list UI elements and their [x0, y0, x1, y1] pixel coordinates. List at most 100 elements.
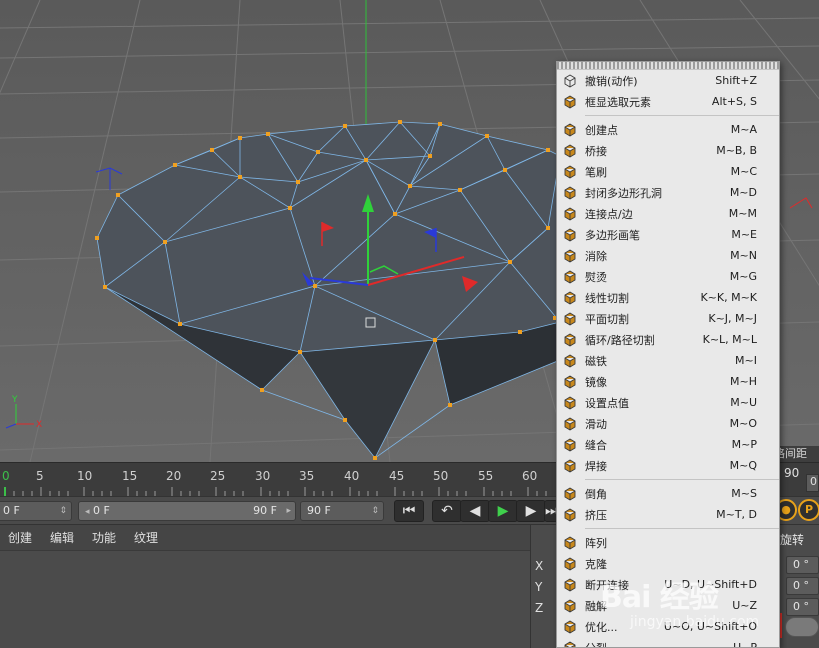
- menu-item-frame-selected[interactable]: 框显选取元素 Alt+S, S: [557, 91, 779, 112]
- menu-item-label: 镜像: [585, 375, 607, 389]
- menu-item-label: 熨烫: [585, 270, 607, 284]
- menu-item-plane-cut[interactable]: 平面切割 K~J, M~J: [557, 308, 779, 329]
- menu-item-brush[interactable]: 笔刷 M~C: [557, 161, 779, 182]
- menu-item-shortcut: K~L, M~L: [702, 333, 757, 346]
- menu-item-array[interactable]: 阵列: [557, 532, 779, 553]
- menu-item-label: 多边形画笔: [585, 228, 640, 242]
- menu-item-dissolve[interactable]: 消除 M~N: [557, 245, 779, 266]
- menu-item-line-cut[interactable]: 线性切割 K~K, M~K: [557, 287, 779, 308]
- menu-item-loop-path-cut[interactable]: 循环/路径切割 K~L, M~L: [557, 329, 779, 350]
- svg-text:X: X: [36, 420, 42, 430]
- stepper-icon[interactable]: ⇕: [371, 504, 379, 518]
- disconnect-icon: [561, 576, 579, 594]
- play-icon: ▶: [497, 503, 509, 519]
- stepper-icon[interactable]: ⇕: [59, 504, 67, 518]
- prev-key-button[interactable]: ↶: [432, 500, 462, 522]
- keyframe-button[interactable]: P: [798, 499, 819, 521]
- menu-tear-off-grip[interactable]: [557, 62, 779, 70]
- menu-item-mirror[interactable]: 镜像 M~H: [557, 371, 779, 392]
- polygon-pen-icon: [561, 226, 579, 244]
- menu-item-bevel[interactable]: 倒角 M~S: [557, 483, 779, 504]
- extrude-icon: [561, 506, 579, 524]
- menu-item-label: 线性切割: [585, 291, 629, 305]
- line-cut-icon: [561, 289, 579, 307]
- loop-path-cut-icon: [561, 331, 579, 349]
- menu-item-label: 滑动: [585, 417, 607, 431]
- menu-item-shortcut: U~Z: [732, 599, 757, 612]
- slider-left-value: 0 F: [93, 504, 110, 517]
- menu-item-disconnect[interactable]: 断开连接 U~D, U~Shift+D: [557, 574, 779, 595]
- menu-item-bridge[interactable]: 桥接 M~B, B: [557, 140, 779, 161]
- tick-50: 50: [433, 469, 449, 483]
- menu-item-label: 设置点值: [585, 396, 629, 410]
- menu-item-label: 断开连接: [585, 578, 629, 592]
- next-frame-button[interactable]: ▶: [516, 500, 546, 522]
- menu-item-slide[interactable]: 滑动 M~O: [557, 413, 779, 434]
- rotation-b-field[interactable]: 0 °: [786, 598, 819, 616]
- end-frame-value: 90 F: [307, 504, 331, 517]
- tick-5: 5: [36, 469, 44, 483]
- end-frame-field[interactable]: 90 F ⇕: [300, 501, 384, 521]
- menu-item-label: 封闭多边形孔洞: [585, 186, 662, 200]
- goto-start-button[interactable]: ⏮: [394, 500, 424, 522]
- menu-item-create-point[interactable]: 创建点 M~A: [557, 119, 779, 140]
- play-button[interactable]: ▶: [488, 500, 518, 522]
- menu-create[interactable]: 创建: [8, 529, 32, 546]
- rotation-p-field[interactable]: 0 °: [786, 577, 819, 595]
- connect-points-edges-icon: [561, 205, 579, 223]
- menu-item-shortcut: M~S: [731, 487, 757, 500]
- menu-item-optimize[interactable]: 优化... U~O, U~Shift+O: [557, 616, 779, 637]
- slider-left-arrow-icon[interactable]: ◂: [85, 507, 90, 517]
- menu-item-iron[interactable]: 熨烫 M~G: [557, 266, 779, 287]
- array-icon: [561, 534, 579, 552]
- menu-edit[interactable]: 编辑: [50, 529, 74, 546]
- apply-button[interactable]: [785, 617, 819, 637]
- menu-item-clone[interactable]: 克隆: [557, 553, 779, 574]
- menu-item-connect-points-edges[interactable]: 连接点/边 M~M: [557, 203, 779, 224]
- menu-item-weld[interactable]: 焊接 M~Q: [557, 455, 779, 476]
- menu-item-shortcut: M~G: [729, 270, 757, 283]
- menu-item-stitch[interactable]: 缝合 M~P: [557, 434, 779, 455]
- material-manager: 创建 编辑 功能 纹理: [0, 524, 530, 648]
- record-icon: ●: [781, 503, 791, 516]
- menu-item-shortcut: M~I: [735, 354, 757, 367]
- slide-icon: [561, 415, 579, 433]
- menu-item-split[interactable]: 分裂 U~P: [557, 637, 779, 647]
- current-frame-field[interactable]: 0: [806, 474, 819, 492]
- start-frame-field[interactable]: 0 F ⇕: [0, 501, 72, 521]
- melt-icon: [561, 597, 579, 615]
- menu-item-extrude[interactable]: 挤压 M~T, D: [557, 504, 779, 525]
- slider-right-arrow-icon[interactable]: ▸: [286, 504, 291, 518]
- menu-texture[interactable]: 纹理: [134, 529, 158, 546]
- rotation-h-field[interactable]: 0 °: [786, 556, 819, 574]
- menu-item-undo[interactable]: 撤销(动作) Shift+Z: [557, 70, 779, 91]
- menu-item-shortcut: M~O: [729, 417, 757, 430]
- frame-range-slider[interactable]: ◂ 0 F 90 F ▸: [78, 501, 296, 521]
- menu-item-polygon-pen[interactable]: 多边形画笔 M~E: [557, 224, 779, 245]
- menu-function[interactable]: 功能: [92, 529, 116, 546]
- menu-item-shortcut: K~J, M~J: [708, 312, 757, 325]
- tick-35: 35: [299, 469, 315, 483]
- mirror-icon: [561, 373, 579, 391]
- rotate-label: 旋转: [780, 533, 805, 547]
- menu-item-close-polygon-hole[interactable]: 封闭多边形孔洞 M~D: [557, 182, 779, 203]
- split-icon: [561, 639, 579, 647]
- menu-item-melt[interactable]: 融解 U~Z: [557, 595, 779, 616]
- prev-frame-button[interactable]: ◀: [460, 500, 490, 522]
- menu-item-set-point-value[interactable]: 设置点值 M~U: [557, 392, 779, 413]
- start-frame-value: 0 F: [3, 504, 20, 517]
- menu-item-label: 撤销(动作): [585, 74, 638, 88]
- menu-item-magnet[interactable]: 磁铁 M~I: [557, 350, 779, 371]
- menu-item-shortcut: M~Q: [729, 459, 757, 472]
- menu-item-label: 创建点: [585, 123, 618, 137]
- menu-separator: [585, 479, 779, 480]
- tick-40: 40: [344, 469, 360, 483]
- tick-45: 45: [389, 469, 405, 483]
- tick-60: 60: [522, 469, 538, 483]
- close-polygon-hole-icon: [561, 184, 579, 202]
- menu-item-label: 融解: [585, 599, 607, 613]
- frame-selected-icon: [561, 93, 579, 111]
- menu-item-shortcut: M~U: [730, 396, 757, 409]
- menu-item-label: 倒角: [585, 487, 607, 501]
- menu-item-shortcut: M~P: [731, 438, 757, 451]
